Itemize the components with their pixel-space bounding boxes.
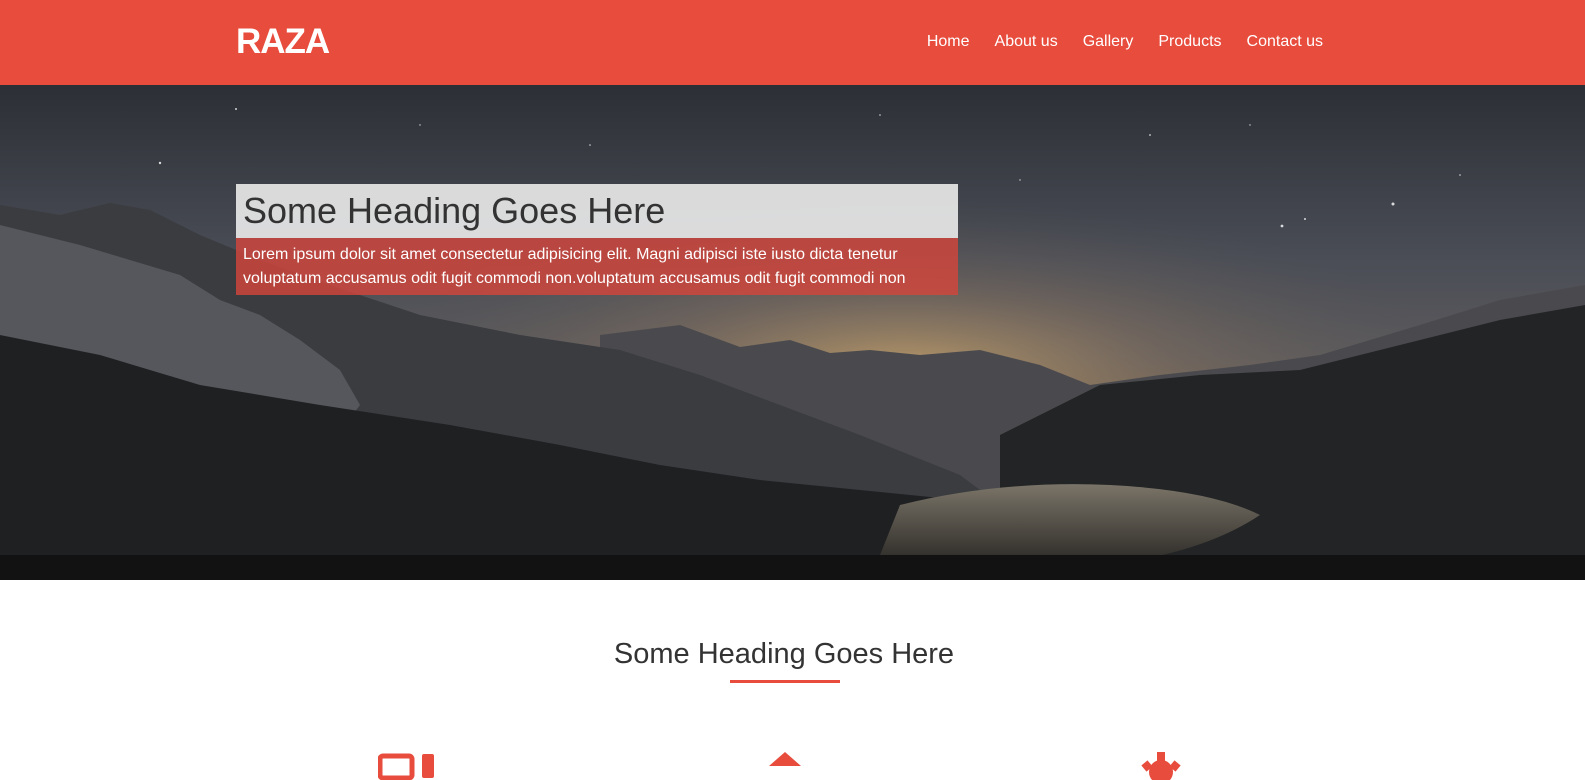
nav-link-gallery[interactable]: Gallery [1083,32,1134,52]
hero-background-image [0,85,1585,580]
nav-link-home[interactable]: Home [927,32,970,52]
hero-text-box: Lorem ipsum dolor sit amet consectetur a… [236,238,958,295]
hero-heading: Some Heading Goes Here [243,190,666,231]
main-nav: Home About us Gallery Products Contact u… [902,32,1323,52]
hero-description: Lorem ipsum dolor sit amet consectetur a… [243,246,906,287]
nav-link-contact-us[interactable]: Contact us [1247,32,1323,52]
gear-icon [1141,752,1181,780]
site-header: RAZA Home About us Gallery Products Cont… [0,0,1585,85]
home-icon [769,752,801,766]
devices-icon [378,753,434,780]
nav-link-products[interactable]: Products [1158,32,1221,52]
site-logo[interactable]: RAZA [236,22,330,62]
section-title-underline [730,680,840,683]
section-title: Some Heading Goes Here [613,638,955,670]
hero-heading-box: Some Heading Goes Here [236,184,958,238]
hero-banner: Some Heading Goes Here Lorem ipsum dolor… [0,85,1585,580]
nav-link-about-us[interactable]: About us [995,32,1058,52]
